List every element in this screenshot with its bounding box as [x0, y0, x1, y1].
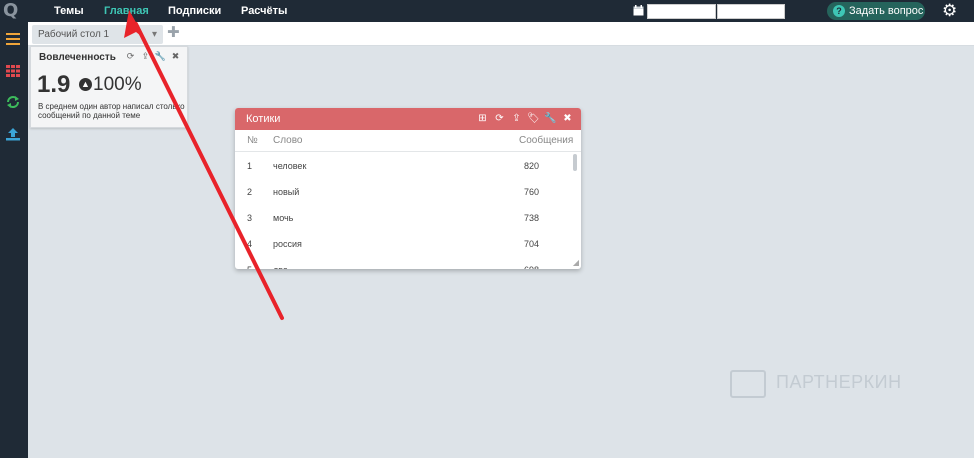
row-word: два	[273, 257, 288, 269]
widget-header[interactable]: Котики ⊞ ⟳ ⇪ 🏷 🔧 ✖	[235, 108, 581, 130]
close-icon[interactable]: ✖	[168, 51, 183, 62]
table-header: № Слово Сообщения	[235, 130, 581, 152]
gear-icon[interactable]: ⚙	[942, 1, 957, 21]
row-word: мочь	[273, 213, 294, 223]
nav-home[interactable]: Главная	[104, 0, 149, 22]
row-num: 4	[247, 239, 253, 249]
watermark-logo-icon	[730, 370, 766, 398]
refresh-icon[interactable]: ⟳	[491, 108, 508, 130]
row-count: 760	[524, 187, 540, 197]
row-count: 820	[524, 161, 540, 171]
nav-calculations[interactable]: Расчёты	[241, 0, 287, 22]
column-num[interactable]: №	[247, 130, 258, 152]
tag-icon[interactable]: 🏷	[525, 108, 542, 130]
ask-question-button[interactable]: ? Задать вопрос	[827, 2, 925, 20]
wrench-icon[interactable]: 🔧	[542, 108, 559, 130]
tab-desktop-1[interactable]: Рабочий стол 1 ▾	[32, 25, 163, 44]
row-count: 704	[524, 239, 540, 249]
table-row[interactable]: 4 россия 704	[235, 231, 575, 257]
arrow-up-icon: ▲	[79, 78, 92, 91]
engagement-description: В среднем один автор написал столько соо…	[38, 102, 185, 120]
wrench-icon[interactable]: 🔧	[153, 51, 168, 62]
row-num: 3	[247, 213, 253, 223]
date-from-input[interactable]	[647, 4, 716, 19]
table-row[interactable]: 2 новый 760	[235, 179, 575, 205]
widget-title: Котики	[246, 113, 281, 125]
refresh-icon[interactable]	[5, 95, 21, 109]
upload-icon[interactable]	[5, 127, 21, 141]
desktop-tabstrip: Рабочий стол 1 ▾ ✚	[28, 22, 974, 46]
engagement-widget: Вовлеченность ⟳ ⇪ 🔧 ✖ 1.9 ▲ 100% В среднем …	[30, 46, 188, 128]
nav-subscriptions[interactable]: Подписки	[168, 0, 221, 22]
engagement-percent: 100%	[93, 74, 142, 95]
watermark: ПАРТНЕРКИН	[730, 368, 930, 404]
column-messages[interactable]: Сообщения	[519, 130, 573, 152]
resize-handle-icon[interactable]: ◢	[573, 258, 579, 267]
kotiki-widget: Котики ⊞ ⟳ ⇪ 🏷 🔧 ✖ № Слово Сообщения 1 челове…	[235, 108, 581, 269]
widget-title: Вовлеченность	[39, 52, 116, 63]
upload-icon[interactable]: ⇪	[138, 51, 153, 62]
row-word: россия	[273, 239, 302, 249]
grid-icon[interactable]	[5, 64, 21, 78]
table-row[interactable]: 1 человек 820	[235, 153, 575, 179]
row-num: 2	[247, 187, 253, 197]
row-num: 1	[247, 161, 253, 171]
chevron-down-icon[interactable]: ▾	[152, 25, 157, 44]
expand-icon[interactable]: ⊞	[474, 108, 491, 130]
watermark-text: ПАРТНЕРКИН	[776, 372, 902, 392]
row-count: 698	[524, 257, 539, 269]
menu-icon[interactable]	[5, 32, 21, 46]
row-word: новый	[273, 187, 300, 197]
close-icon[interactable]: ✖	[559, 108, 576, 130]
table-row[interactable]: 3 мочь 738	[235, 205, 575, 231]
tab-label: Рабочий стол 1	[38, 29, 110, 40]
widget-toolbar: ⟳ ⇪ 🔧 ✖	[123, 51, 183, 62]
refresh-icon[interactable]: ⟳	[123, 51, 138, 62]
ask-question-label: Задать вопрос	[849, 5, 924, 17]
question-icon: ?	[833, 5, 845, 17]
widget-toolbar: ⊞ ⟳ ⇪ 🏷 🔧 ✖	[474, 108, 576, 130]
calendar-icon[interactable]	[633, 5, 644, 16]
top-navbar: Q Темы Главная Подписки Расчёты ? Задать…	[0, 0, 974, 22]
row-word: человек	[273, 161, 307, 171]
row-num: 5	[247, 257, 252, 269]
date-to-input[interactable]	[717, 4, 785, 19]
engagement-value: 1.9	[37, 71, 71, 98]
nav-topics[interactable]: Темы	[54, 0, 84, 22]
sidebar	[0, 22, 28, 458]
upload-icon[interactable]: ⇪	[508, 108, 525, 130]
column-word[interactable]: Слово	[273, 130, 303, 152]
row-count: 738	[524, 213, 540, 223]
app-logo[interactable]: Q	[0, 0, 28, 22]
table-row[interactable]: 5 два 698	[235, 257, 575, 269]
table-body: 1 человек 820 2 новый 760 3 мочь 738 4 р…	[235, 153, 575, 269]
scrollbar-thumb[interactable]	[573, 154, 577, 171]
add-tab-icon[interactable]: ✚	[167, 24, 180, 42]
